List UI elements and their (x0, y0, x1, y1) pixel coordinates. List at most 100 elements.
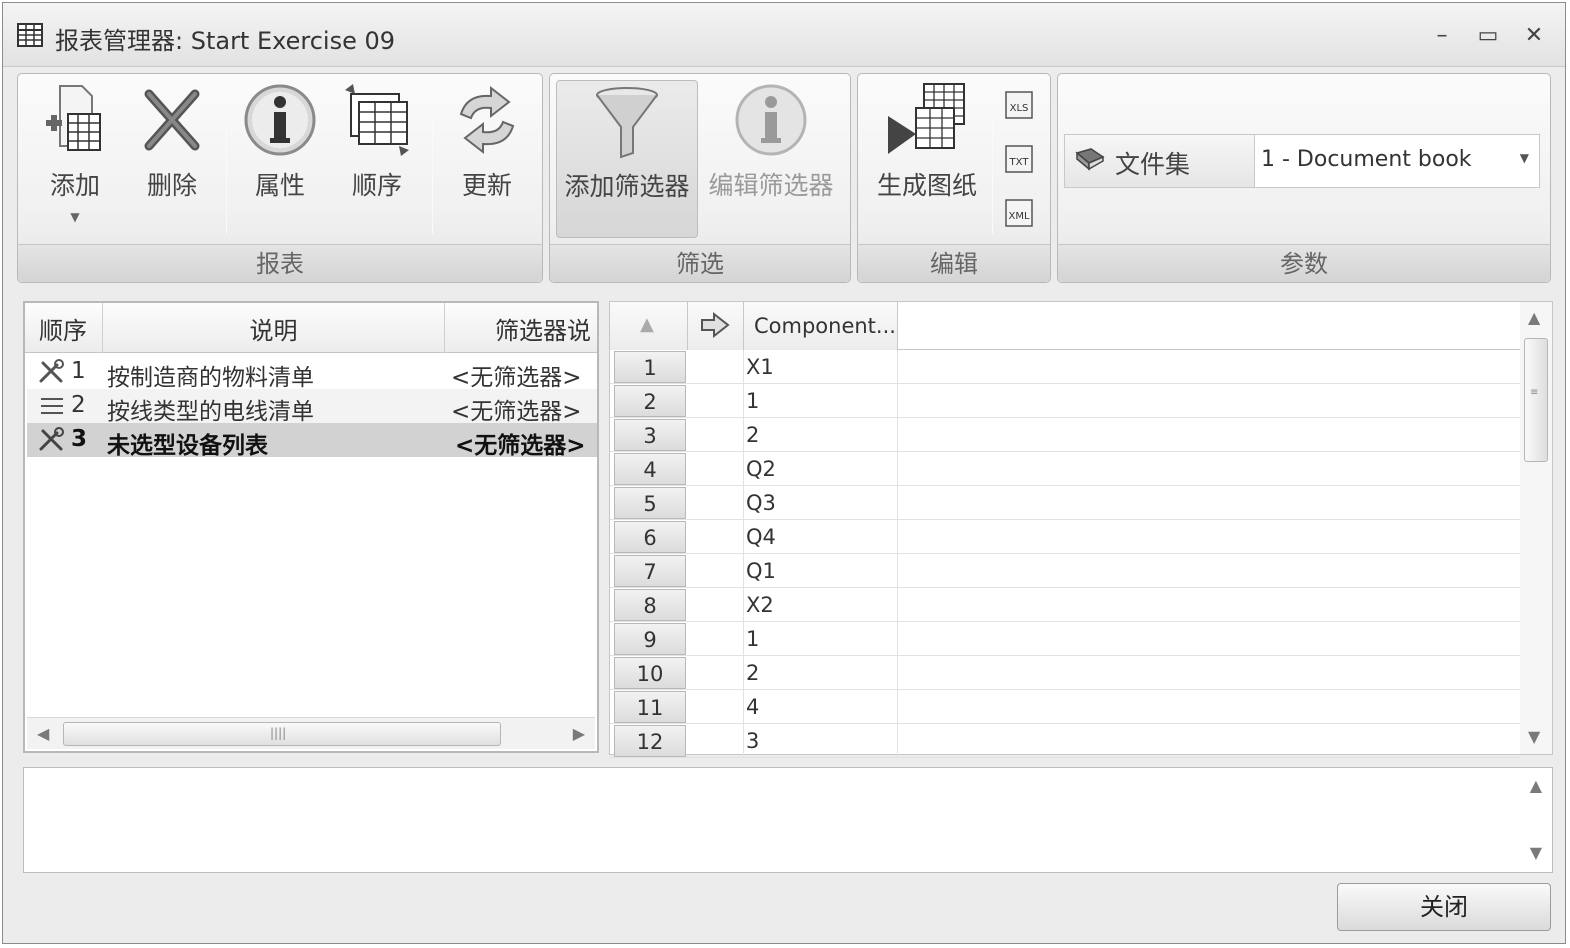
report-order: 2 (71, 392, 86, 418)
order-label: 顺序 (351, 171, 402, 200)
report-description: 按线类型的电线清单 (107, 399, 314, 425)
grid-row[interactable]: 4 Q2 (610, 452, 1520, 486)
component-cell: Q3 (746, 486, 898, 520)
column-header-filter[interactable]: 筛选器说 (445, 303, 595, 353)
chevron-down-icon[interactable]: ▼ (1520, 151, 1529, 165)
grid-cell (688, 486, 744, 520)
goto-header[interactable] (688, 302, 744, 350)
grid-row[interactable]: 6 Q4 (610, 520, 1520, 554)
export-txt-button[interactable]: TXT (1002, 142, 1036, 176)
document-set-label: 文件集 (1115, 150, 1191, 179)
ribbon-group-params: 文件集 1 - Document book ▼ 参数 (1057, 73, 1551, 283)
ribbon-group-edit: 生成图纸 XLS TXT XML 编辑 (857, 73, 1051, 283)
generate-drawing-icon (888, 83, 965, 154)
maximize-button[interactable]: ▭ (1473, 21, 1503, 51)
grid-cell (688, 418, 744, 452)
edit-filter-button[interactable]: 编辑筛选器 (700, 80, 842, 240)
vertical-scrollbar[interactable]: ▲ ≡ ▼ (1520, 302, 1552, 754)
grid-row[interactable]: 32 (610, 418, 1520, 452)
scroll-up-icon[interactable]: ▲ (1530, 776, 1542, 795)
row-number: 3 (614, 419, 686, 451)
add-filter-button[interactable]: 添加筛选器 (556, 80, 698, 238)
wrench-icon (39, 359, 64, 383)
column-header-description[interactable]: 说明 (103, 303, 445, 353)
ribbon-separator (432, 84, 433, 234)
report-list-header: 顺序 说明 筛选器说 (25, 303, 597, 353)
add-label: 添加 (49, 171, 100, 200)
report-row[interactable]: 1 按制造商的物料清单 <无筛选器> (27, 355, 597, 391)
horizontal-scrollbar[interactable]: ◀ |||| ▶ (27, 717, 595, 749)
delete-report-button[interactable]: 删除 (132, 80, 212, 240)
scroll-right-icon[interactable]: ▶ (573, 724, 585, 743)
grid-row[interactable]: 21 (610, 384, 1520, 418)
grid-header: ▲ Component... (610, 302, 1520, 350)
window-title: 报表管理器: Start Exercise 09 (55, 27, 396, 55)
row-number: 7 (614, 555, 686, 587)
add-report-button[interactable]: 添加 ▼ (32, 80, 118, 240)
ribbon-group-filter: 添加筛选器 编辑筛选器 筛选 (549, 73, 851, 283)
report-order: 1 (71, 358, 86, 384)
report-manager-window: 报表管理器: Start Exercise 09 – ▭ ✕ 添加 ▼ 删除 属… (2, 2, 1566, 944)
grid-row[interactable]: 5 Q3 (610, 486, 1520, 520)
grid-row[interactable]: 1 X1 (610, 350, 1520, 384)
grid-row[interactable]: 8 X2 (610, 588, 1520, 622)
report-filter: <无筛选器> (451, 365, 582, 391)
funnel-icon (596, 87, 658, 159)
close-button[interactable]: 关闭 (1337, 883, 1551, 931)
refresh-icon (459, 85, 515, 155)
grid-cell (688, 384, 744, 418)
document-set-label-box: 文件集 (1065, 135, 1255, 187)
row-number: 6 (614, 521, 686, 553)
grid-row[interactable]: 11 4 (610, 690, 1520, 724)
grid-cell (688, 690, 744, 724)
close-window-button[interactable]: ✕ (1519, 21, 1549, 51)
generate-drawing-button[interactable]: 生成图纸 (864, 80, 990, 240)
xls-file-icon: XLS (1005, 91, 1033, 119)
scrollbar-thumb[interactable]: ≡ (1524, 338, 1548, 462)
update-button[interactable]: 更新 (444, 80, 530, 240)
properties-button[interactable]: 属性 (238, 80, 322, 240)
export-xls-button[interactable]: XLS (1002, 88, 1036, 122)
delete-label: 删除 (146, 171, 197, 200)
report-description: 未选型设备列表 (107, 433, 268, 459)
scroll-down-icon[interactable]: ▼ (1530, 843, 1542, 862)
table-icon (17, 23, 43, 47)
document-set-select[interactable]: 1 - Document book (1261, 147, 1472, 172)
order-button[interactable]: 顺序 (334, 80, 420, 240)
list-icon (41, 398, 63, 414)
report-order: 3 (71, 426, 88, 452)
goto-icon (701, 311, 730, 339)
scroll-up-icon[interactable]: ▲ (1528, 308, 1540, 327)
row-number: 4 (614, 453, 686, 485)
grid-cell (688, 622, 744, 656)
info-text-area[interactable]: ▲ ▼ (23, 767, 1553, 873)
component-cell: Q4 (746, 520, 898, 554)
grid-row[interactable]: 12 3 (610, 724, 1520, 758)
report-row[interactable]: 2 按线类型的电线清单 <无筛选器> (27, 389, 597, 425)
scroll-left-icon[interactable]: ◀ (37, 724, 49, 743)
export-xml-button[interactable]: XML (1002, 196, 1036, 230)
ribbon-group-report: 添加 ▼ 删除 属性 顺序 更新 报表 (17, 73, 543, 283)
report-row-selected[interactable]: 3 未选型设备列表 <无筛选器> (27, 423, 597, 459)
grid-cell (688, 350, 744, 384)
scroll-down-icon[interactable]: ▼ (1528, 727, 1540, 746)
minimize-button[interactable]: – (1427, 21, 1457, 51)
ribbon-separator (226, 84, 227, 234)
component-cell: 1 (746, 622, 898, 656)
component-cell: X1 (746, 350, 898, 384)
scrollbar-thumb[interactable]: |||| (63, 722, 501, 746)
grid-row[interactable]: 7 Q1 (610, 554, 1520, 588)
sort-asc-icon: ▲ (640, 314, 654, 335)
row-number: 8 (614, 589, 686, 621)
component-cell: Q1 (746, 554, 898, 588)
column-header-order[interactable]: 顺序 (25, 303, 103, 353)
column-header-component[interactable]: Component... (744, 302, 898, 350)
txt-file-icon: TXT (1005, 145, 1033, 173)
delete-x-icon (144, 89, 200, 151)
grid-cell (688, 588, 744, 622)
grid-row[interactable]: 91 (610, 622, 1520, 656)
svg-text:XML: XML (1008, 211, 1029, 222)
xml-file-icon: XML (1005, 199, 1033, 227)
sort-header[interactable]: ▲ (610, 302, 688, 350)
grid-row[interactable]: 10 2 (610, 656, 1520, 690)
